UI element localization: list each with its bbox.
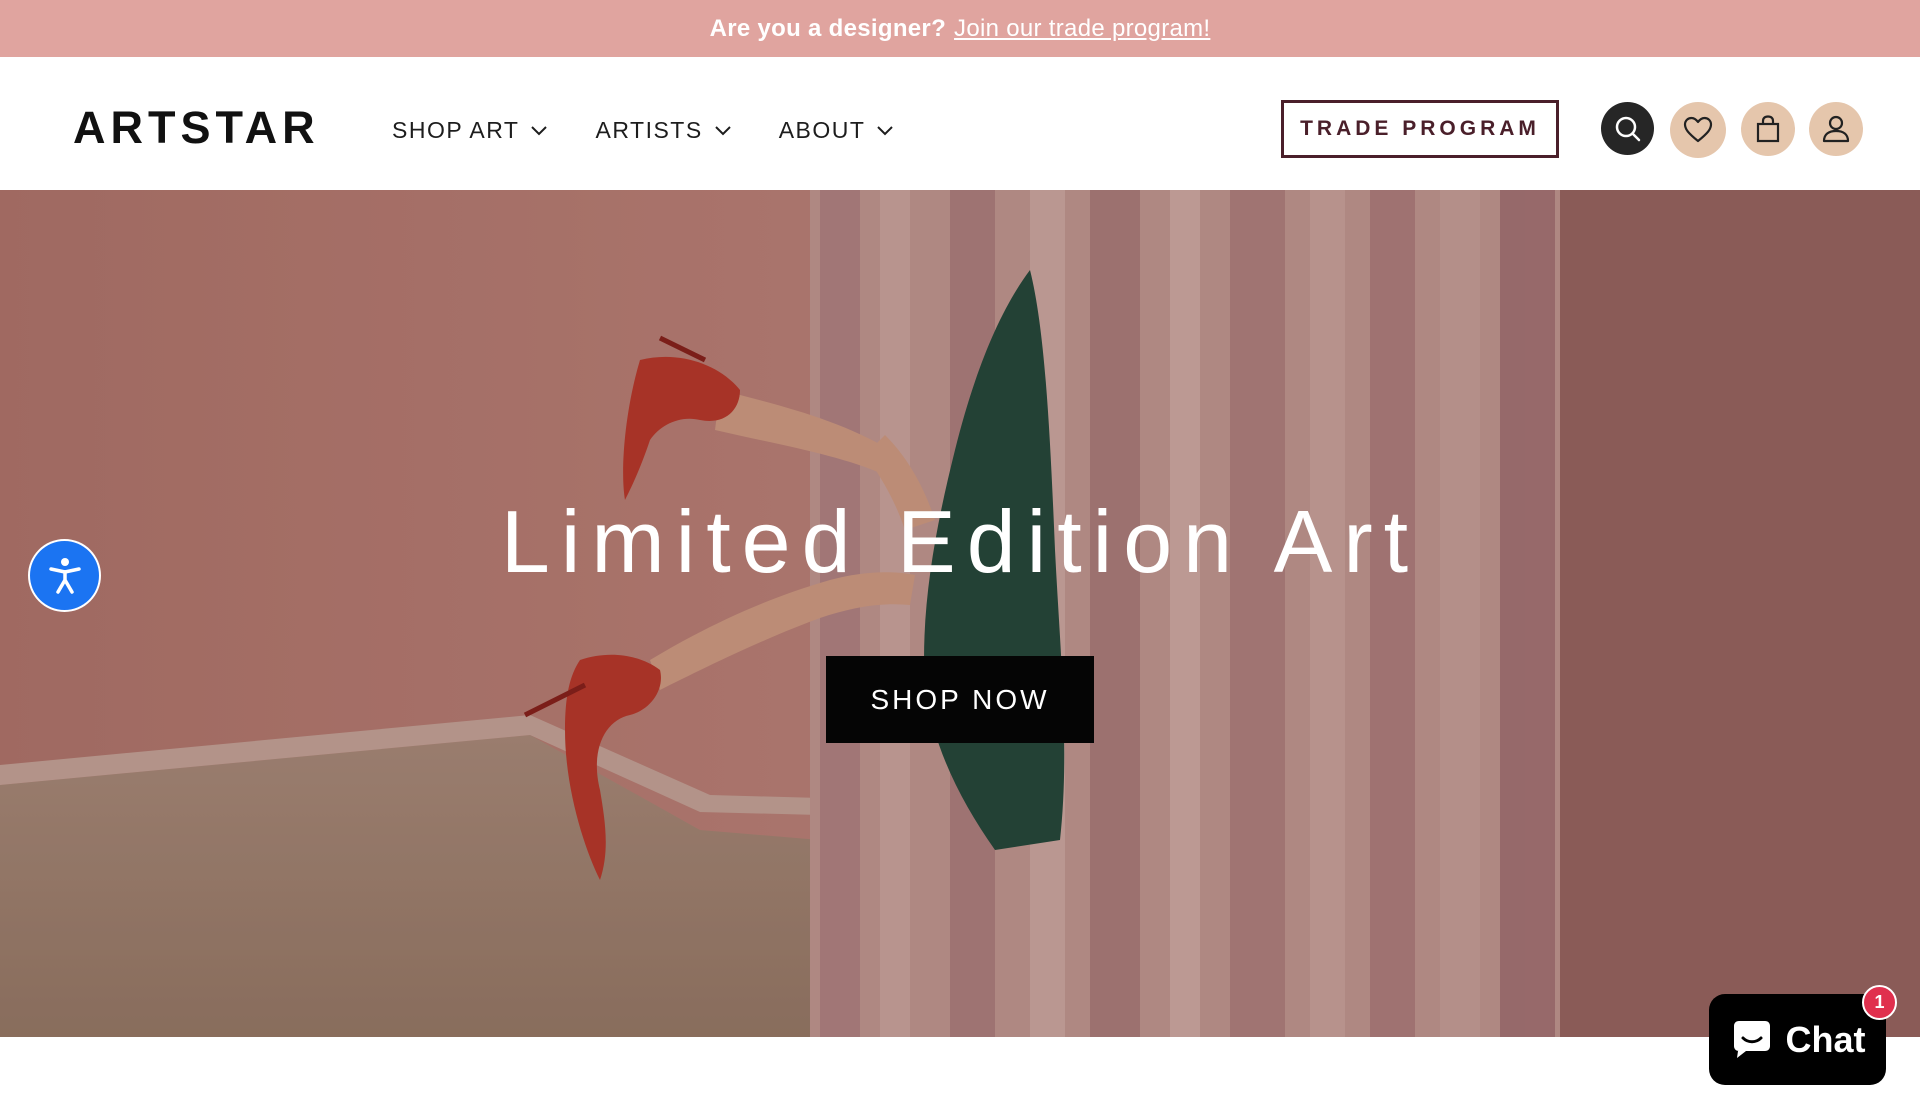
chat-bubble-icon [1733,1020,1770,1058]
chat-notification-badge: 1 [1862,985,1897,1020]
nav-artists-label: ARTISTS [595,117,703,143]
hero-title: Limited Edition Art [500,492,1420,591]
heart-icon [1683,116,1713,143]
wishlist-button[interactable] [1670,102,1726,158]
chevron-down-icon [877,125,894,135]
nav-artists[interactable]: ARTISTS [595,117,731,144]
cart-button[interactable] [1741,102,1795,156]
announcement-text: Are you a designer? [709,14,947,42]
site-header: ARTSTAR SHOP ART ARTISTS ABOUT TRADE PRO… [0,57,1920,190]
trade-program-button[interactable]: TRADE PROGRAM [1281,100,1559,158]
main-nav: SHOP ART ARTISTS ABOUT [392,117,941,144]
chat-button[interactable]: Chat [1709,994,1886,1085]
chevron-down-icon [531,125,548,135]
chat-label: Chat [1785,1018,1866,1060]
search-button[interactable] [1601,102,1654,155]
nav-about[interactable]: ABOUT [779,117,894,144]
bag-icon [1756,115,1780,143]
hero-banner: Limited Edition Art SHOP NOW [0,190,1920,1037]
site-logo[interactable]: ARTSTAR [73,105,320,150]
trade-program-link[interactable]: Join our trade program! [954,15,1210,43]
accessibility-icon [48,557,81,594]
nav-shop-art-label: SHOP ART [392,117,520,143]
user-icon [1822,115,1850,143]
hero-image [0,190,1920,1037]
nav-shop-art[interactable]: SHOP ART [392,117,548,144]
shop-now-button[interactable]: SHOP NOW [826,656,1094,743]
search-icon [1615,116,1640,141]
nav-about-label: ABOUT [778,117,866,143]
chevron-down-icon [714,125,731,135]
account-button[interactable] [1809,102,1863,156]
announcement-bar: Are you a designer? Join our trade progr… [0,0,1920,57]
accessibility-button[interactable] [30,541,99,610]
